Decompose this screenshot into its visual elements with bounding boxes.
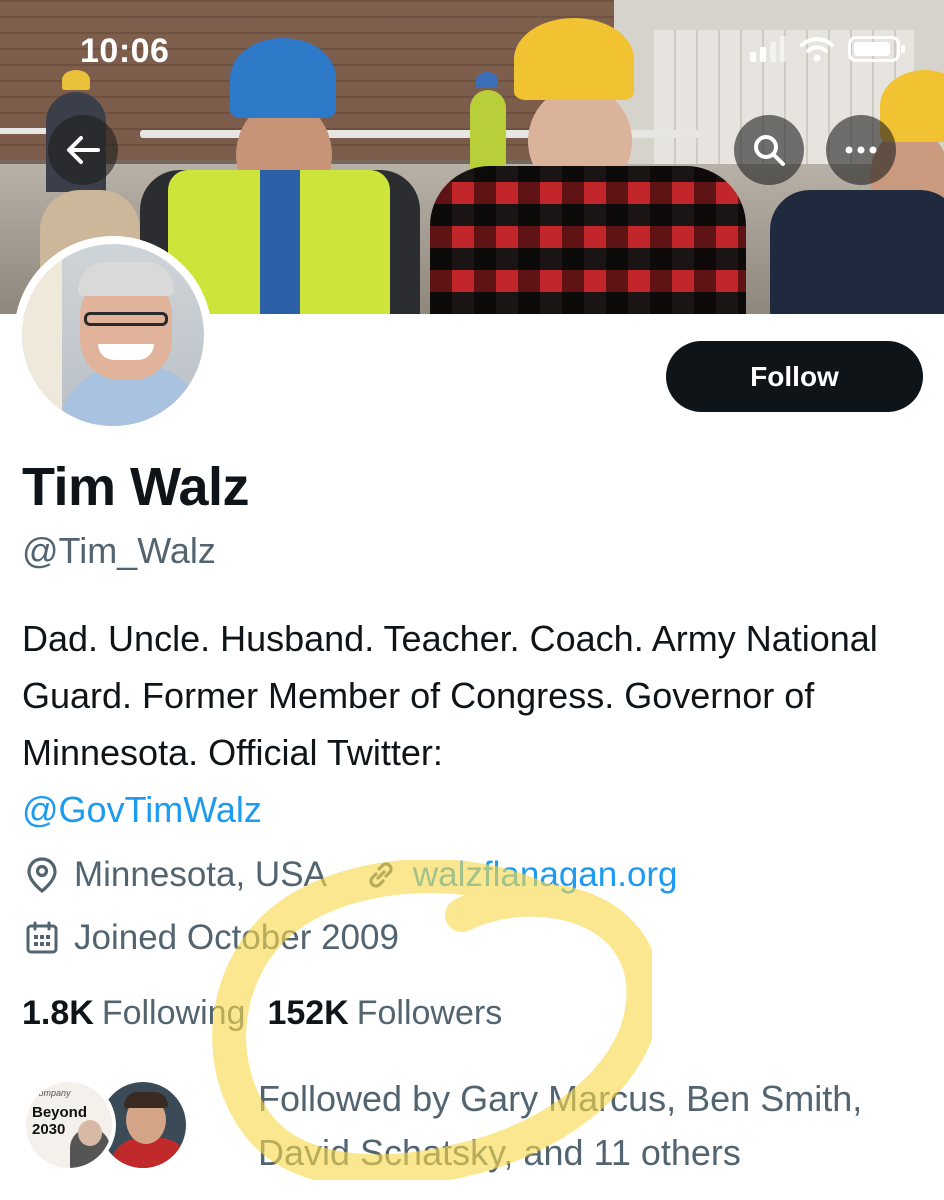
bio-text: Dad. Uncle. Husband. Teacher. Coach. Arm…: [22, 618, 878, 773]
followed-by-avatar-1[interactable]: Company Beyond 2030: [22, 1078, 116, 1172]
avatar-photo: [22, 244, 204, 426]
battery-icon: [848, 36, 905, 62]
profile-website-link[interactable]: walzflanagan.org: [413, 855, 678, 895]
followers-count: 152K: [267, 994, 349, 1032]
profile-name: Tim Walz: [22, 457, 250, 517]
mini-avatar-small-text: Company: [32, 1088, 71, 1098]
bio-mention-link[interactable]: @GovTimWalz: [22, 781, 922, 838]
followers-label: Followers: [356, 994, 503, 1032]
profile-meta-location-row: Minnesota, USA walzflanagan.org: [22, 855, 678, 895]
profile-location: Minnesota, USA: [74, 855, 327, 894]
status-bar-time: 10:06: [80, 32, 170, 70]
profile-bio: Dad. Uncle. Husband. Teacher. Coach. Arm…: [22, 610, 922, 838]
link-icon: [361, 855, 401, 895]
profile-joined-date: Joined October 2009: [74, 918, 399, 957]
follow-button[interactable]: Follow: [666, 341, 923, 412]
followed-by-text[interactable]: Followed by Gary Marcus, Ben Smith, Davi…: [258, 1072, 928, 1180]
more-button[interactable]: [826, 115, 896, 185]
back-button[interactable]: [48, 115, 118, 185]
search-button[interactable]: [734, 115, 804, 185]
profile-handle: @Tim_Walz: [22, 530, 216, 571]
profile-stats: 1.8K Following 152K Followers: [22, 994, 502, 1033]
following-count: 1.8K: [22, 994, 94, 1032]
profile-meta-joined-row: Joined October 2009: [22, 918, 399, 958]
profile-avatar[interactable]: [14, 236, 212, 434]
wifi-icon: [800, 37, 834, 62]
followers-stat[interactable]: 152K Followers: [267, 994, 502, 1033]
search-icon: [754, 135, 785, 166]
status-bar-icons: [750, 36, 905, 62]
back-arrow-icon: [67, 136, 100, 164]
more-icon: [845, 146, 877, 154]
banner-worker-right: [770, 70, 944, 314]
calendar-icon: [22, 918, 62, 958]
following-label: Following: [101, 994, 246, 1032]
location-pin-icon: [22, 855, 62, 895]
following-stat[interactable]: 1.8K Following: [22, 994, 245, 1033]
signal-icon: [750, 36, 786, 62]
banner-worker-yellow-helmet: [430, 16, 750, 314]
